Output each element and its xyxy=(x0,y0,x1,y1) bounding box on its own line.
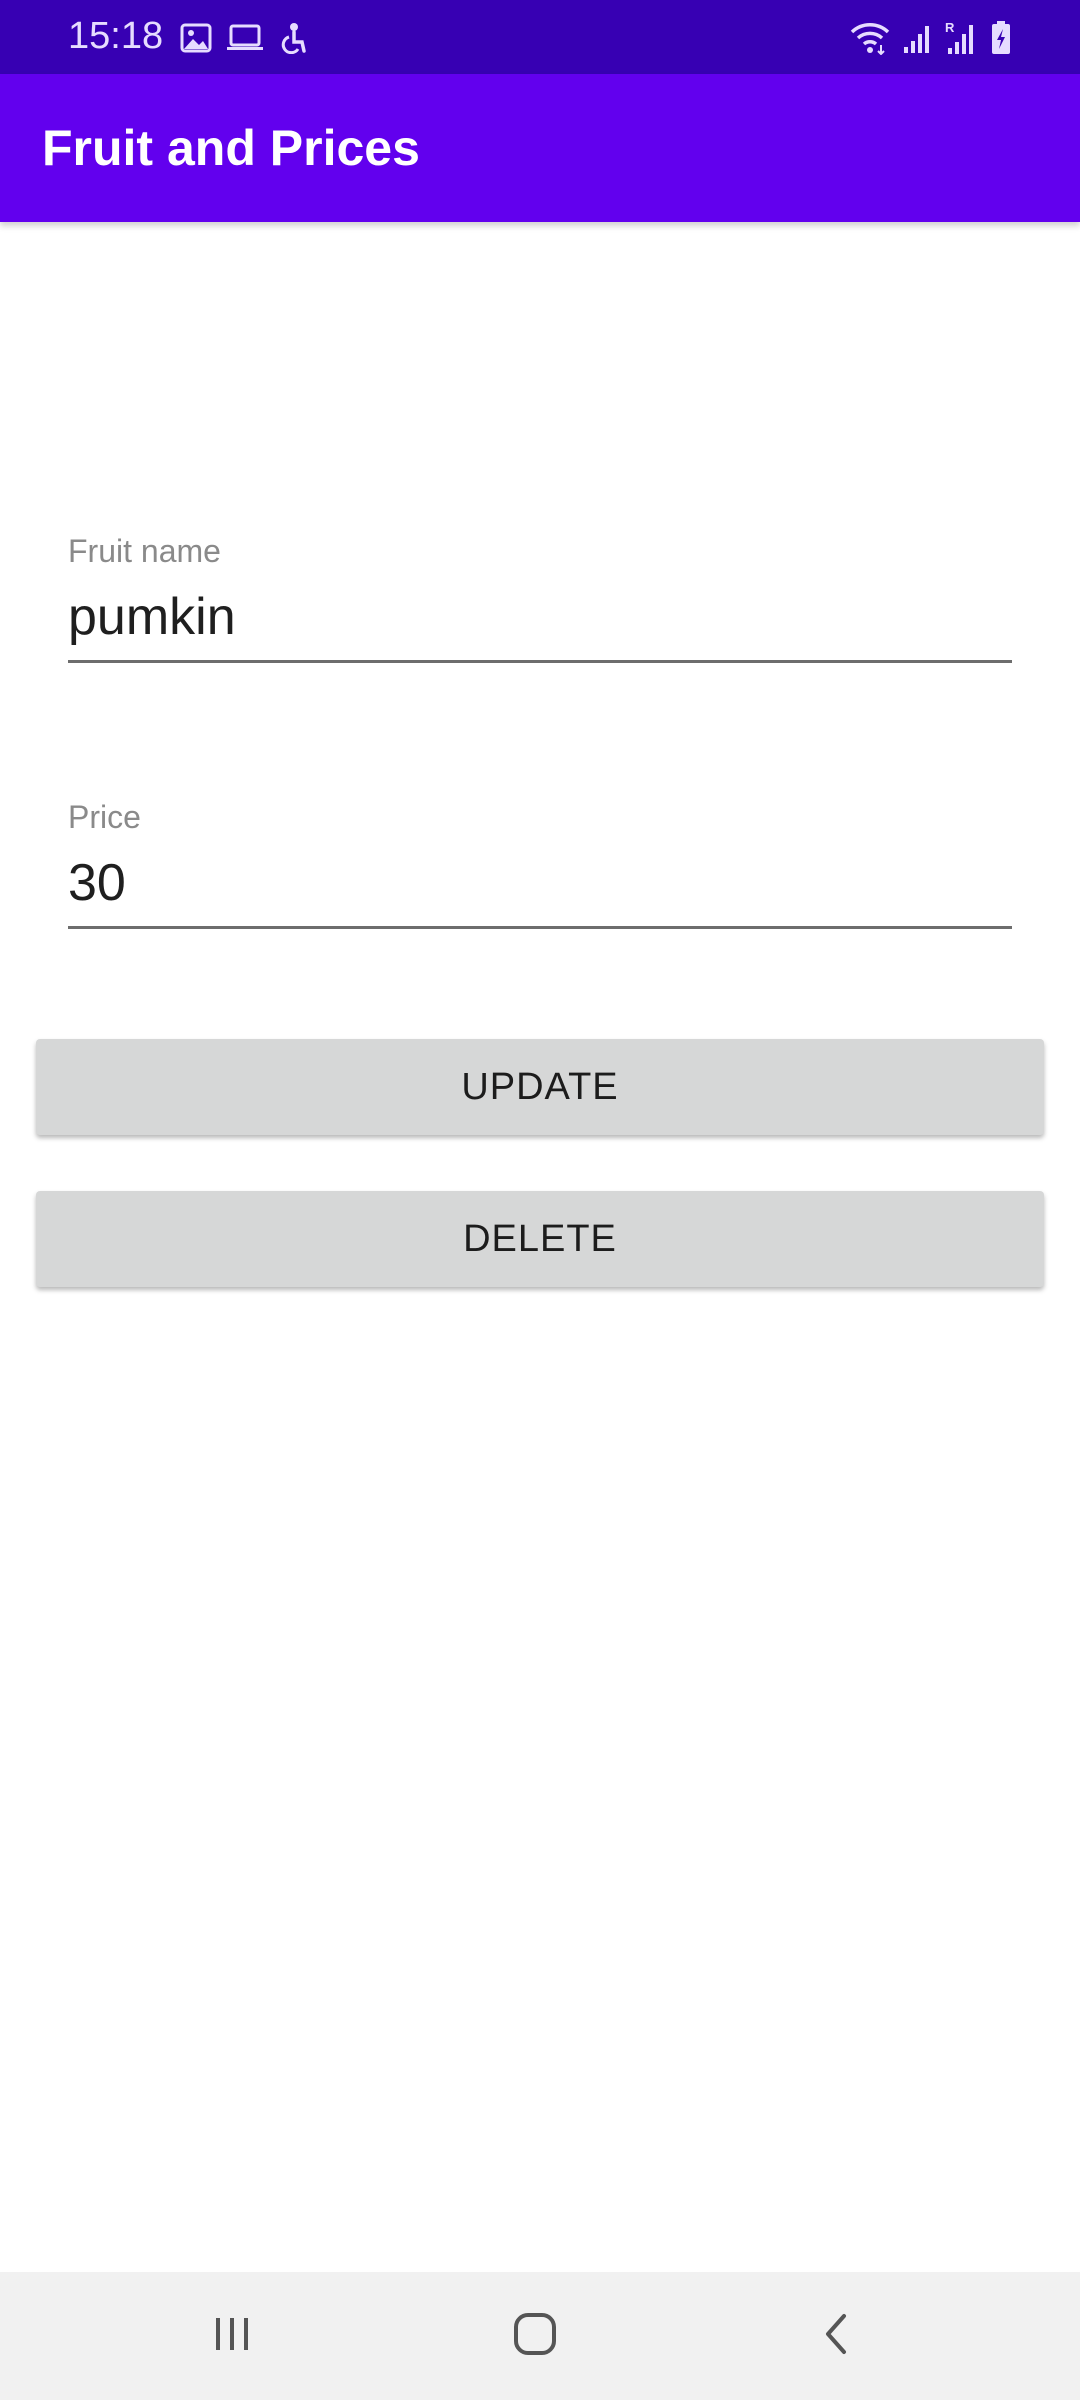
fruit-name-label: Fruit name xyxy=(68,533,221,569)
navigation-bar xyxy=(0,2272,1080,2400)
home-icon xyxy=(511,2310,559,2363)
app-bar: Fruit and Prices xyxy=(0,74,1080,222)
update-button[interactable]: UPDATE xyxy=(36,1039,1044,1135)
accessibility-icon xyxy=(278,22,308,54)
signal-icon xyxy=(902,21,932,55)
recents-icon xyxy=(210,2312,254,2361)
back-icon xyxy=(816,2312,860,2361)
laptop-icon xyxy=(226,23,264,53)
recents-button[interactable] xyxy=(192,2296,272,2376)
fruit-name-underline xyxy=(68,660,1012,663)
app-title: Fruit and Prices xyxy=(42,120,420,176)
status-system-icons: R xyxy=(850,18,1012,58)
status-notification-icons xyxy=(180,20,308,56)
battery-charging-icon xyxy=(990,20,1012,56)
fruit-name-input[interactable] xyxy=(68,582,1012,652)
back-button[interactable] xyxy=(798,2296,878,2376)
wifi-icon xyxy=(850,21,890,55)
delete-button[interactable]: DELETE xyxy=(36,1191,1044,1287)
price-field: Price xyxy=(68,798,1012,938)
price-underline xyxy=(68,926,1012,929)
roaming-indicator: R xyxy=(945,20,955,35)
home-button[interactable] xyxy=(495,2296,575,2376)
image-icon xyxy=(180,23,212,53)
status-time: 15:18 xyxy=(68,15,164,57)
status-bar: 15:18 R xyxy=(0,0,1080,74)
signal-roaming-icon: R xyxy=(944,20,978,56)
fruit-name-field: Fruit name xyxy=(68,532,1012,672)
price-input[interactable] xyxy=(68,848,1012,918)
price-label: Price xyxy=(68,799,141,835)
